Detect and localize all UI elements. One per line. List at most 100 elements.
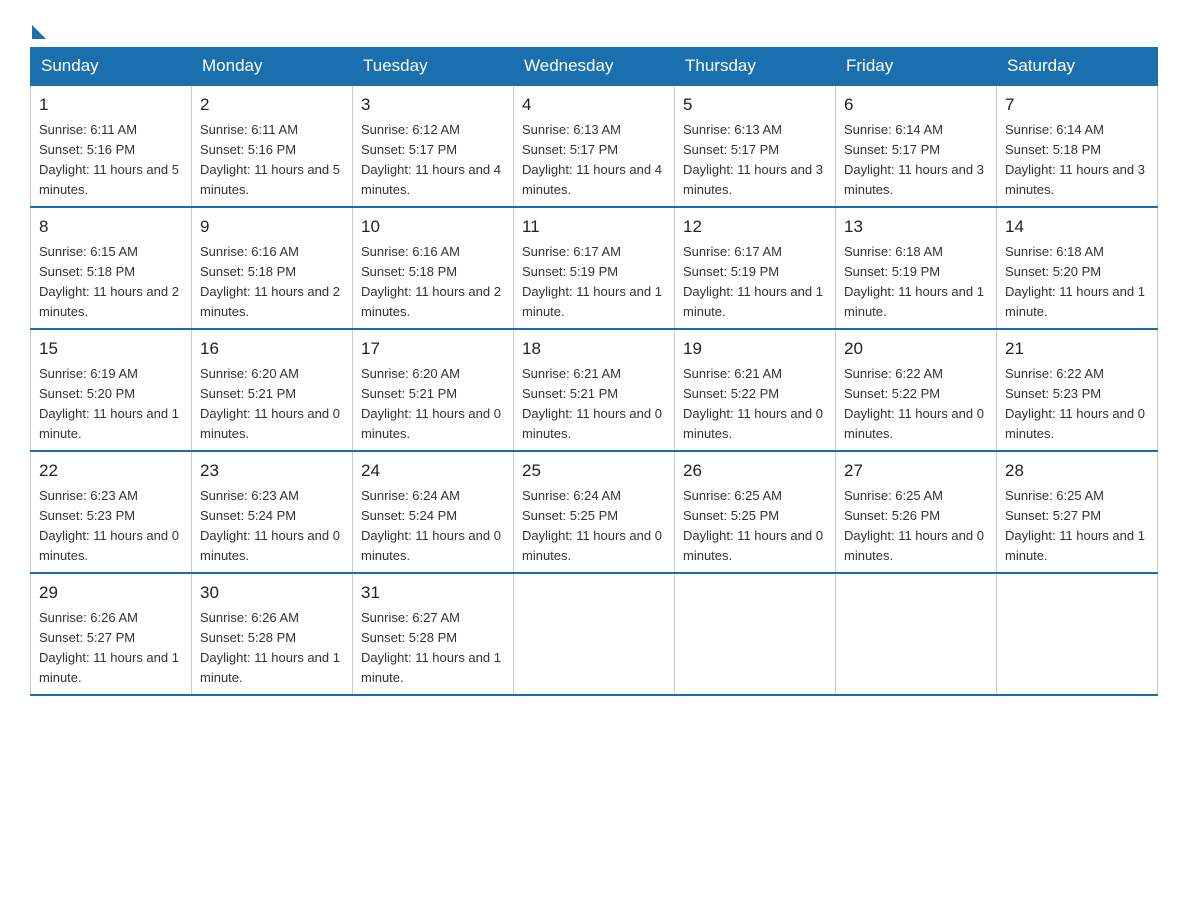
day-number: 13 — [844, 214, 988, 240]
day-number: 11 — [522, 214, 666, 240]
week-row-1: 1Sunrise: 6:11 AMSunset: 5:16 PMDaylight… — [31, 85, 1158, 207]
day-info: Sunrise: 6:18 AMSunset: 5:20 PMDaylight:… — [1005, 242, 1149, 323]
calendar-cell: 3Sunrise: 6:12 AMSunset: 5:17 PMDaylight… — [353, 85, 514, 207]
day-info: Sunrise: 6:17 AMSunset: 5:19 PMDaylight:… — [522, 242, 666, 323]
weekday-header-friday: Friday — [836, 48, 997, 86]
day-number: 15 — [39, 336, 183, 362]
calendar-cell: 21Sunrise: 6:22 AMSunset: 5:23 PMDayligh… — [997, 329, 1158, 451]
day-number: 2 — [200, 92, 344, 118]
calendar-cell: 8Sunrise: 6:15 AMSunset: 5:18 PMDaylight… — [31, 207, 192, 329]
day-info: Sunrise: 6:21 AMSunset: 5:22 PMDaylight:… — [683, 364, 827, 445]
calendar-cell: 19Sunrise: 6:21 AMSunset: 5:22 PMDayligh… — [675, 329, 836, 451]
day-number: 8 — [39, 214, 183, 240]
calendar-cell: 5Sunrise: 6:13 AMSunset: 5:17 PMDaylight… — [675, 85, 836, 207]
calendar-cell — [836, 573, 997, 695]
calendar-cell: 28Sunrise: 6:25 AMSunset: 5:27 PMDayligh… — [997, 451, 1158, 573]
day-info: Sunrise: 6:19 AMSunset: 5:20 PMDaylight:… — [39, 364, 183, 445]
calendar-cell: 15Sunrise: 6:19 AMSunset: 5:20 PMDayligh… — [31, 329, 192, 451]
day-info: Sunrise: 6:15 AMSunset: 5:18 PMDaylight:… — [39, 242, 183, 323]
day-info: Sunrise: 6:16 AMSunset: 5:18 PMDaylight:… — [200, 242, 344, 323]
calendar-cell: 27Sunrise: 6:25 AMSunset: 5:26 PMDayligh… — [836, 451, 997, 573]
calendar-cell: 23Sunrise: 6:23 AMSunset: 5:24 PMDayligh… — [192, 451, 353, 573]
day-number: 1 — [39, 92, 183, 118]
calendar-cell: 6Sunrise: 6:14 AMSunset: 5:17 PMDaylight… — [836, 85, 997, 207]
weekday-header-row: SundayMondayTuesdayWednesdayThursdayFrid… — [31, 48, 1158, 86]
day-info: Sunrise: 6:20 AMSunset: 5:21 PMDaylight:… — [361, 364, 505, 445]
calendar-cell — [997, 573, 1158, 695]
day-info: Sunrise: 6:13 AMSunset: 5:17 PMDaylight:… — [683, 120, 827, 201]
day-number: 5 — [683, 92, 827, 118]
weekday-header-tuesday: Tuesday — [353, 48, 514, 86]
day-info: Sunrise: 6:11 AMSunset: 5:16 PMDaylight:… — [200, 120, 344, 201]
calendar-cell: 18Sunrise: 6:21 AMSunset: 5:21 PMDayligh… — [514, 329, 675, 451]
day-number: 20 — [844, 336, 988, 362]
page-header — [30, 20, 1158, 37]
day-number: 18 — [522, 336, 666, 362]
day-number: 26 — [683, 458, 827, 484]
calendar-cell: 14Sunrise: 6:18 AMSunset: 5:20 PMDayligh… — [997, 207, 1158, 329]
day-info: Sunrise: 6:12 AMSunset: 5:17 PMDaylight:… — [361, 120, 505, 201]
day-number: 29 — [39, 580, 183, 606]
day-info: Sunrise: 6:26 AMSunset: 5:28 PMDaylight:… — [200, 608, 344, 689]
week-row-5: 29Sunrise: 6:26 AMSunset: 5:27 PMDayligh… — [31, 573, 1158, 695]
calendar-cell: 12Sunrise: 6:17 AMSunset: 5:19 PMDayligh… — [675, 207, 836, 329]
calendar-cell: 20Sunrise: 6:22 AMSunset: 5:22 PMDayligh… — [836, 329, 997, 451]
day-number: 7 — [1005, 92, 1149, 118]
week-row-4: 22Sunrise: 6:23 AMSunset: 5:23 PMDayligh… — [31, 451, 1158, 573]
day-info: Sunrise: 6:18 AMSunset: 5:19 PMDaylight:… — [844, 242, 988, 323]
weekday-header-wednesday: Wednesday — [514, 48, 675, 86]
day-number: 14 — [1005, 214, 1149, 240]
day-number: 30 — [200, 580, 344, 606]
calendar-cell: 11Sunrise: 6:17 AMSunset: 5:19 PMDayligh… — [514, 207, 675, 329]
day-info: Sunrise: 6:25 AMSunset: 5:26 PMDaylight:… — [844, 486, 988, 567]
day-info: Sunrise: 6:23 AMSunset: 5:23 PMDaylight:… — [39, 486, 183, 567]
day-number: 9 — [200, 214, 344, 240]
day-number: 27 — [844, 458, 988, 484]
day-info: Sunrise: 6:16 AMSunset: 5:18 PMDaylight:… — [361, 242, 505, 323]
day-info: Sunrise: 6:23 AMSunset: 5:24 PMDaylight:… — [200, 486, 344, 567]
calendar-cell: 26Sunrise: 6:25 AMSunset: 5:25 PMDayligh… — [675, 451, 836, 573]
day-info: Sunrise: 6:14 AMSunset: 5:17 PMDaylight:… — [844, 120, 988, 201]
calendar-cell: 1Sunrise: 6:11 AMSunset: 5:16 PMDaylight… — [31, 85, 192, 207]
day-number: 12 — [683, 214, 827, 240]
calendar-cell: 29Sunrise: 6:26 AMSunset: 5:27 PMDayligh… — [31, 573, 192, 695]
day-number: 24 — [361, 458, 505, 484]
day-info: Sunrise: 6:22 AMSunset: 5:23 PMDaylight:… — [1005, 364, 1149, 445]
calendar-cell: 31Sunrise: 6:27 AMSunset: 5:28 PMDayligh… — [353, 573, 514, 695]
day-number: 6 — [844, 92, 988, 118]
day-number: 17 — [361, 336, 505, 362]
calendar-cell: 16Sunrise: 6:20 AMSunset: 5:21 PMDayligh… — [192, 329, 353, 451]
day-info: Sunrise: 6:26 AMSunset: 5:27 PMDaylight:… — [39, 608, 183, 689]
day-info: Sunrise: 6:21 AMSunset: 5:21 PMDaylight:… — [522, 364, 666, 445]
day-info: Sunrise: 6:13 AMSunset: 5:17 PMDaylight:… — [522, 120, 666, 201]
weekday-header-thursday: Thursday — [675, 48, 836, 86]
calendar-cell: 4Sunrise: 6:13 AMSunset: 5:17 PMDaylight… — [514, 85, 675, 207]
day-info: Sunrise: 6:11 AMSunset: 5:16 PMDaylight:… — [39, 120, 183, 201]
day-number: 22 — [39, 458, 183, 484]
day-number: 25 — [522, 458, 666, 484]
calendar-cell — [675, 573, 836, 695]
day-info: Sunrise: 6:17 AMSunset: 5:19 PMDaylight:… — [683, 242, 827, 323]
day-number: 19 — [683, 336, 827, 362]
day-info: Sunrise: 6:24 AMSunset: 5:25 PMDaylight:… — [522, 486, 666, 567]
day-number: 16 — [200, 336, 344, 362]
day-info: Sunrise: 6:14 AMSunset: 5:18 PMDaylight:… — [1005, 120, 1149, 201]
day-info: Sunrise: 6:25 AMSunset: 5:25 PMDaylight:… — [683, 486, 827, 567]
day-number: 28 — [1005, 458, 1149, 484]
day-info: Sunrise: 6:24 AMSunset: 5:24 PMDaylight:… — [361, 486, 505, 567]
weekday-header-monday: Monday — [192, 48, 353, 86]
week-row-2: 8Sunrise: 6:15 AMSunset: 5:18 PMDaylight… — [31, 207, 1158, 329]
day-info: Sunrise: 6:27 AMSunset: 5:28 PMDaylight:… — [361, 608, 505, 689]
day-info: Sunrise: 6:25 AMSunset: 5:27 PMDaylight:… — [1005, 486, 1149, 567]
day-info: Sunrise: 6:20 AMSunset: 5:21 PMDaylight:… — [200, 364, 344, 445]
calendar-cell: 7Sunrise: 6:14 AMSunset: 5:18 PMDaylight… — [997, 85, 1158, 207]
calendar-cell: 9Sunrise: 6:16 AMSunset: 5:18 PMDaylight… — [192, 207, 353, 329]
weekday-header-sunday: Sunday — [31, 48, 192, 86]
calendar-table: SundayMondayTuesdayWednesdayThursdayFrid… — [30, 47, 1158, 696]
calendar-cell: 10Sunrise: 6:16 AMSunset: 5:18 PMDayligh… — [353, 207, 514, 329]
calendar-cell: 2Sunrise: 6:11 AMSunset: 5:16 PMDaylight… — [192, 85, 353, 207]
day-number: 21 — [1005, 336, 1149, 362]
logo-triangle-icon — [32, 25, 46, 39]
calendar-cell: 22Sunrise: 6:23 AMSunset: 5:23 PMDayligh… — [31, 451, 192, 573]
calendar-cell: 17Sunrise: 6:20 AMSunset: 5:21 PMDayligh… — [353, 329, 514, 451]
